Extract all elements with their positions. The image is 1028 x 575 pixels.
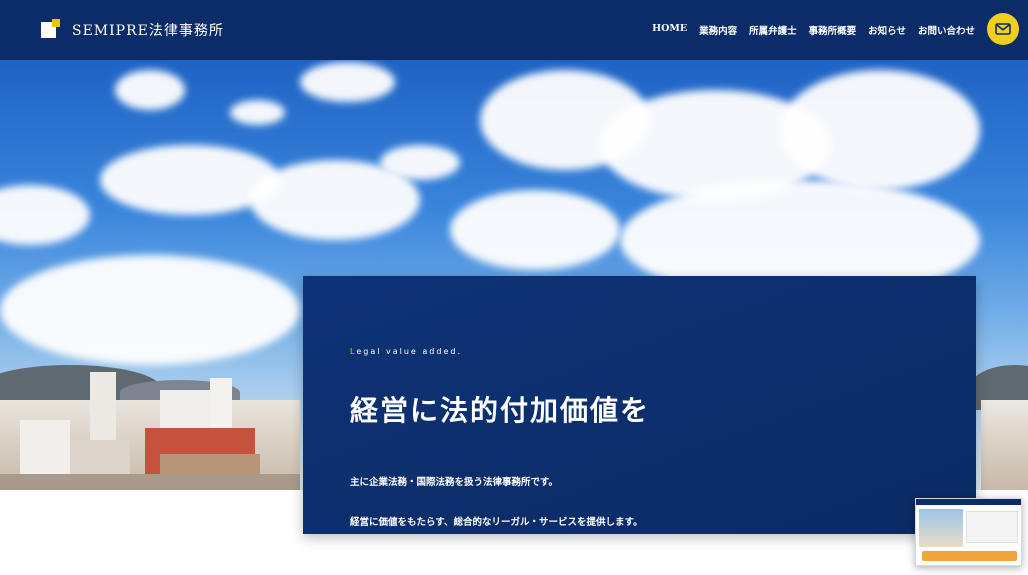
tagline: Legal value added. (350, 347, 462, 356)
nav-lawyers[interactable]: 所属弁護士 (749, 23, 797, 37)
hero-headline: 経営に法的付加価値を (350, 394, 651, 427)
nav-services[interactable]: 業務内容 (699, 23, 737, 37)
page-preview-thumbnail[interactable] (915, 498, 1022, 566)
hero-description-2: 経営に価値をもたらす、総合的なリーガル・サービスを提供します。 (350, 517, 643, 528)
hero-description-1: 主に企業法務・国際法務を扱う法律事務所です。 (350, 477, 559, 488)
main-nav: HOME 業務内容 所属弁護士 事務所概要 お知らせ お問い合わせ (652, 23, 975, 37)
site-header: SEMIPRE法律事務所 HOME 業務内容 所属弁護士 事務所概要 お知らせ … (0, 0, 1028, 60)
hero-content-box: Legal value added. 経営に法的付加価値を 主に企業法務・国際法… (303, 276, 976, 534)
nav-home[interactable]: HOME (652, 23, 687, 37)
nav-news[interactable]: お知らせ (868, 23, 906, 37)
envelope-icon (995, 23, 1011, 35)
nav-contact[interactable]: お問い合わせ (918, 23, 975, 37)
logo-icon[interactable] (41, 19, 60, 38)
nav-office-profile[interactable]: 事務所概要 (809, 23, 857, 37)
brand-name[interactable]: SEMIPRE法律事務所 (72, 20, 224, 40)
mail-button[interactable] (987, 13, 1019, 45)
